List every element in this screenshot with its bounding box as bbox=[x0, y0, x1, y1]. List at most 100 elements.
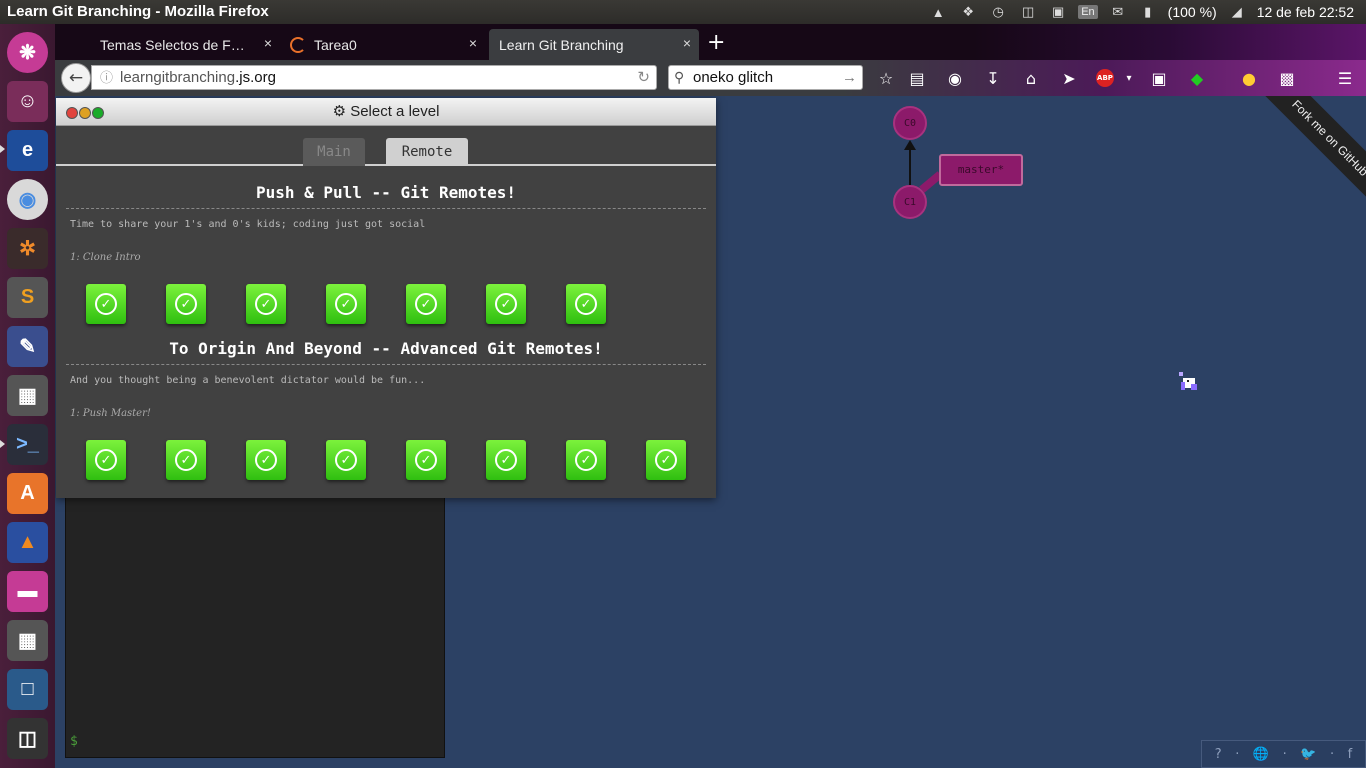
search-value: oneko glitch bbox=[693, 69, 774, 86]
search-input[interactable]: ⚲ oneko glitch → bbox=[668, 65, 863, 90]
vlc-icon[interactable]: ▲ bbox=[7, 522, 48, 563]
pocket-icon[interactable]: ◉ bbox=[944, 68, 966, 88]
level-button[interactable]: ✓ bbox=[86, 440, 126, 480]
close-tab-icon[interactable]: × bbox=[469, 35, 477, 51]
clipboard-icon[interactable]: ▩ bbox=[1276, 68, 1298, 88]
level-button[interactable]: ✓ bbox=[566, 284, 606, 324]
globe-icon[interactable]: 🌐 bbox=[1253, 747, 1269, 762]
commit-node-c0[interactable]: C0 bbox=[893, 106, 927, 140]
screenshot-icon[interactable]: ▣ bbox=[1148, 68, 1170, 88]
clock-icon[interactable]: ◷ bbox=[988, 3, 1008, 21]
url-bar[interactable]: ⓘ learngitbranching.js.org ↻ bbox=[91, 65, 657, 90]
home-icon[interactable]: ⌂ bbox=[1020, 68, 1042, 88]
menu-icon[interactable]: ☰ bbox=[1334, 68, 1356, 88]
level-button[interactable]: ✓ bbox=[326, 284, 366, 324]
command-terminal[interactable]: $ bbox=[65, 491, 445, 758]
system-top-bar: Learn Git Branching - Mozilla Firefox ▲ … bbox=[0, 0, 1366, 24]
footer-links: ? · 🌐 · 🐦 · f bbox=[1201, 740, 1366, 768]
tab-learn-git[interactable]: Learn Git Branching × bbox=[489, 29, 699, 60]
battery-icon[interactable]: ▮ bbox=[1138, 3, 1158, 21]
molecule-app-icon[interactable]: ✲ bbox=[7, 228, 48, 269]
reader-list-icon[interactable]: ▤ bbox=[906, 68, 928, 88]
datetime[interactable]: 12 de feb 22:52 bbox=[1257, 4, 1354, 20]
search-go-icon[interactable]: → bbox=[842, 66, 857, 89]
facebook-icon[interactable]: f bbox=[1348, 747, 1353, 762]
chrome-icon[interactable]: ◉ bbox=[7, 179, 48, 220]
drive-icon[interactable]: ▬ bbox=[7, 571, 48, 612]
help-icon[interactable]: ? bbox=[1215, 747, 1222, 762]
checkmark-icon: ✓ bbox=[95, 449, 117, 471]
window-icon[interactable]: □ bbox=[7, 669, 48, 710]
separator: · bbox=[1329, 746, 1335, 762]
info-icon[interactable]: ⓘ bbox=[100, 66, 113, 89]
new-tab-button[interactable]: + bbox=[707, 30, 725, 55]
tablet-icon[interactable]: ◫ bbox=[1018, 3, 1038, 21]
fork-github-ribbon[interactable]: Fork me on GitHub bbox=[1237, 96, 1366, 231]
level-button[interactable]: ✓ bbox=[486, 440, 526, 480]
sublime-text-icon[interactable]: S bbox=[7, 277, 48, 318]
dash-icon[interactable]: ❋ bbox=[7, 32, 48, 73]
tab-temas[interactable]: Temas Selectos de F… × bbox=[90, 29, 280, 60]
level-button[interactable]: ✓ bbox=[166, 284, 206, 324]
color-extension-icon[interactable]: ● bbox=[1238, 68, 1260, 88]
trash-icon[interactable]: ◫ bbox=[7, 718, 48, 759]
level-select-dialog: ⚙ Select a level Main Remote Push & Pull… bbox=[56, 98, 716, 498]
page-content: $ C0 C1 master* Fork me on GitHub ? · 🌐 … bbox=[55, 96, 1366, 768]
adblock-icon[interactable]: ABP bbox=[1096, 69, 1114, 87]
minimize-dot-icon[interactable] bbox=[79, 107, 91, 119]
close-dot-icon[interactable] bbox=[66, 107, 78, 119]
url-host: learngitbranching bbox=[120, 69, 236, 86]
tab-main[interactable]: Main bbox=[303, 138, 365, 166]
download-icon[interactable]: ↧ bbox=[982, 68, 1004, 88]
twitter-icon[interactable]: 🐦 bbox=[1300, 747, 1316, 762]
adblock-menu-icon[interactable]: ▾ bbox=[1118, 68, 1140, 88]
level-button[interactable]: ✓ bbox=[646, 440, 686, 480]
inkscape-icon[interactable]: ✎ bbox=[7, 326, 48, 367]
checkmark-icon: ✓ bbox=[175, 449, 197, 471]
checkmark-icon: ✓ bbox=[495, 449, 517, 471]
section-title: Push & Pull -- Git Remotes! bbox=[255, 183, 517, 202]
browser-icon[interactable]: e bbox=[7, 130, 48, 171]
tab-remote[interactable]: Remote bbox=[386, 138, 468, 166]
user-app-icon[interactable]: ☺ bbox=[7, 81, 48, 122]
level-button[interactable]: ✓ bbox=[326, 440, 366, 480]
mail-icon[interactable]: ✉ bbox=[1108, 3, 1128, 21]
dropbox-icon[interactable]: ❖ bbox=[958, 3, 978, 21]
section-description: Time to share your 1's and 0's kids; cod… bbox=[70, 219, 426, 230]
system-tray: ▲ ❖ ◷ ◫ ▣ En ✉ ▮ (100 %) ◢ 12 de feb 22:… bbox=[928, 0, 1366, 24]
tab-tarea0[interactable]: Tarea0 × bbox=[280, 29, 485, 60]
close-tab-icon[interactable]: × bbox=[683, 35, 691, 51]
workspace-icon[interactable]: ▦ bbox=[7, 620, 48, 661]
level-name: 1: Push Master! bbox=[70, 408, 151, 419]
tab-label: Temas Selectos de F… bbox=[100, 36, 245, 53]
battery-percent[interactable]: (100 %) bbox=[1168, 4, 1217, 20]
terminal-icon[interactable]: >_ bbox=[7, 424, 48, 465]
level-button[interactable]: ✓ bbox=[406, 440, 446, 480]
wizard-icon[interactable]: ▲ bbox=[928, 3, 948, 21]
commit-edge bbox=[909, 143, 911, 185]
level-button[interactable]: ✓ bbox=[246, 284, 286, 324]
dialog-title: Select a level bbox=[350, 103, 440, 120]
bookmark-star-icon[interactable]: ☆ bbox=[875, 68, 897, 88]
send-icon[interactable]: ➤ bbox=[1058, 68, 1080, 88]
search-icon: ⚲ bbox=[674, 69, 685, 85]
tab-label: Tarea0 bbox=[314, 36, 357, 53]
level-button[interactable]: ✓ bbox=[486, 284, 526, 324]
close-tab-icon[interactable]: × bbox=[264, 35, 272, 51]
network-icon[interactable]: ▣ bbox=[1048, 3, 1068, 21]
level-button[interactable]: ✓ bbox=[566, 440, 606, 480]
level-button[interactable]: ✓ bbox=[246, 440, 286, 480]
virtualbox-icon[interactable]: ▦ bbox=[7, 375, 48, 416]
level-button[interactable]: ✓ bbox=[166, 440, 206, 480]
reload-icon[interactable]: ↻ bbox=[637, 66, 650, 89]
level-button[interactable]: ✓ bbox=[86, 284, 126, 324]
volume-icon[interactable]: ◢ bbox=[1227, 3, 1247, 21]
keyboard-layout[interactable]: En bbox=[1078, 5, 1098, 19]
back-button[interactable]: ← bbox=[61, 63, 91, 93]
maximize-dot-icon[interactable] bbox=[92, 107, 104, 119]
extension-cube-icon[interactable]: ◆ bbox=[1186, 68, 1208, 88]
level-button[interactable]: ✓ bbox=[406, 284, 446, 324]
section-title: To Origin And Beyond -- Advanced Git Rem… bbox=[169, 339, 603, 358]
branch-label-master[interactable]: master* bbox=[939, 154, 1023, 186]
software-center-icon[interactable]: A bbox=[7, 473, 48, 514]
